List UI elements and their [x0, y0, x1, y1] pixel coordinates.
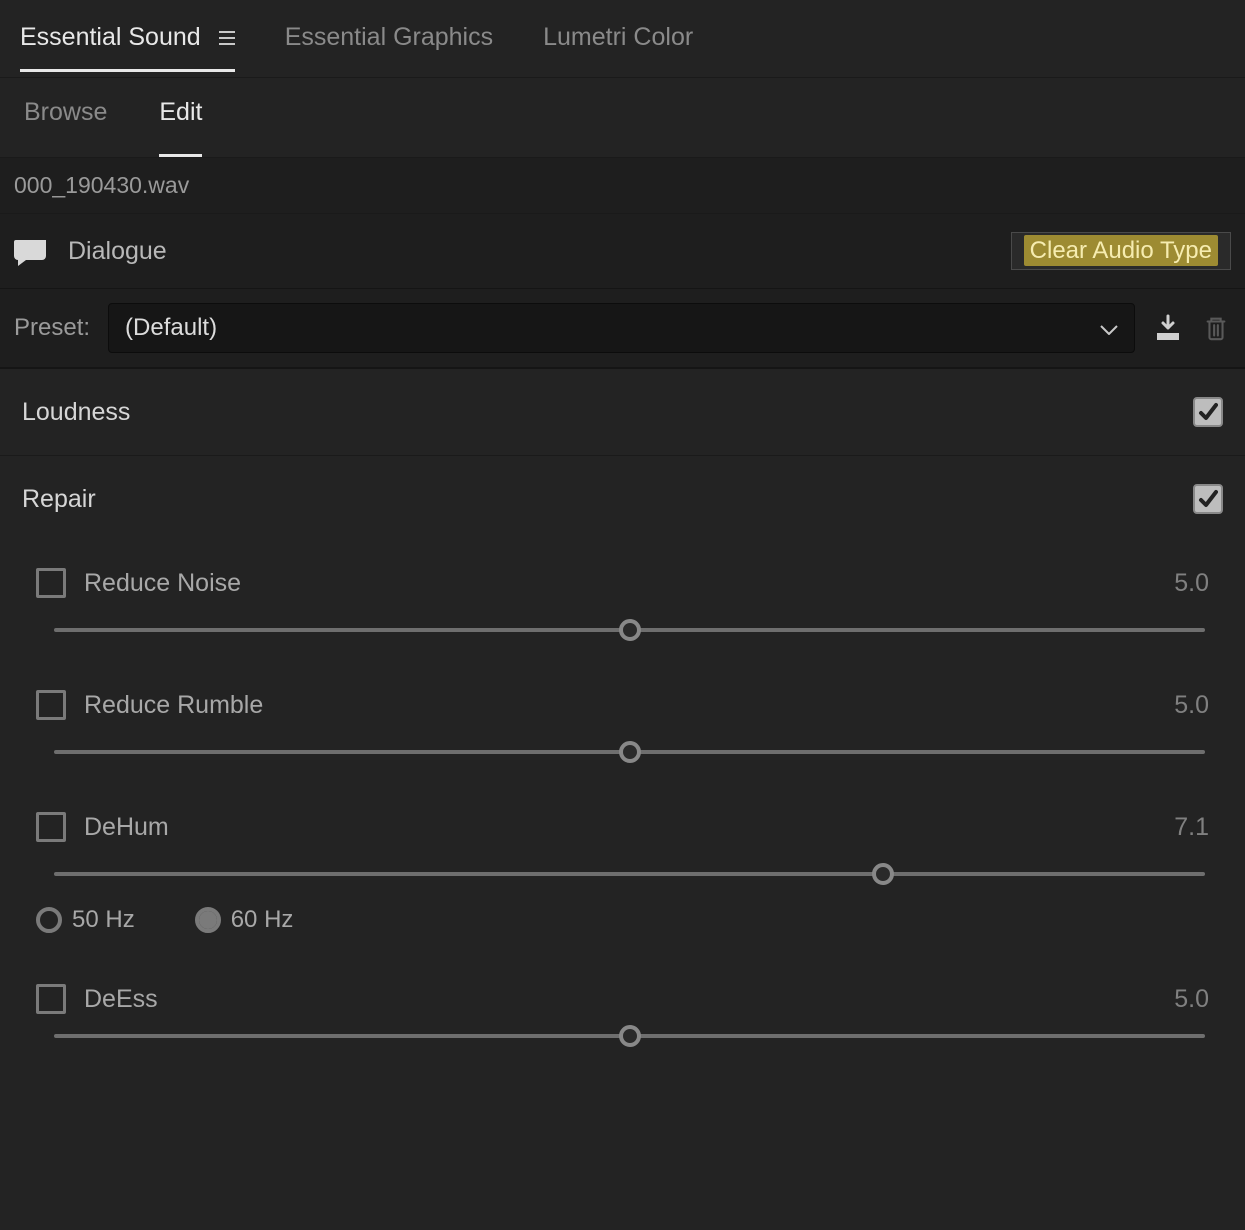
preset-label: Preset:: [14, 314, 90, 342]
dehum-slider[interactable]: [54, 872, 1205, 876]
section-repair-title: Repair: [22, 485, 96, 514]
section-loudness-title: Loudness: [22, 398, 130, 427]
deess-slider[interactable]: [54, 1034, 1205, 1038]
dehum-50hz-label: 50 Hz: [72, 906, 135, 934]
clear-audio-type-button[interactable]: Clear Audio Type: [1011, 232, 1231, 270]
dehum-label: DeHum: [84, 813, 169, 842]
deess-value[interactable]: 5.0: [1174, 985, 1209, 1014]
param-reduce-noise-head: Reduce Noise 5.0: [36, 568, 1209, 598]
panel-menu-icon[interactable]: [219, 31, 235, 45]
tab-essential-graphics-label: Essential Graphics: [285, 23, 493, 52]
radio-60hz-icon: [195, 907, 221, 933]
audio-type-label: Dialogue: [68, 237, 167, 266]
tab-essential-sound-label: Essential Sound: [20, 23, 201, 52]
param-reduce-rumble-head: Reduce Rumble 5.0: [36, 690, 1209, 720]
dehum-50hz-radio[interactable]: 50 Hz: [36, 906, 135, 934]
param-reduce-noise: Reduce Noise 5.0: [22, 550, 1223, 672]
preset-row: Preset: (Default): [0, 289, 1245, 369]
audio-type-row: Dialogue Clear Audio Type: [0, 214, 1245, 289]
sub-tab-bar: Browse Edit: [0, 78, 1245, 158]
section-loudness[interactable]: Loudness: [0, 369, 1245, 456]
audio-type-left: Dialogue: [14, 237, 167, 266]
save-preset-icon[interactable]: [1153, 313, 1183, 343]
preset-value: (Default): [125, 314, 217, 342]
param-dehum-head: DeHum 7.1: [36, 812, 1209, 842]
essential-sound-panel: Essential Sound Essential Graphics Lumet…: [0, 0, 1245, 1230]
reduce-noise-checkbox[interactable]: [36, 568, 66, 598]
param-reduce-rumble: Reduce Rumble 5.0: [22, 672, 1223, 794]
radio-50hz-icon: [36, 907, 62, 933]
loudness-enable-checkbox[interactable]: [1193, 397, 1223, 427]
reduce-rumble-value[interactable]: 5.0: [1174, 691, 1209, 720]
dehum-frequency-row: 50 Hz 60 Hz: [22, 900, 1223, 966]
tab-lumetri-color[interactable]: Lumetri Color: [543, 23, 693, 72]
repair-body: Reduce Noise 5.0 Reduce Rumble 5.0: [0, 542, 1245, 1048]
subtab-browse-label: Browse: [24, 98, 107, 126]
param-deess-head: DeEss 5.0: [36, 984, 1209, 1014]
delete-preset-icon: [1201, 313, 1231, 343]
subtab-edit-label: Edit: [159, 98, 202, 126]
tab-lumetri-color-label: Lumetri Color: [543, 23, 693, 52]
subtab-edit[interactable]: Edit: [159, 98, 202, 157]
clip-filename: 000_190430.wav: [0, 158, 1245, 214]
clear-audio-type-label: Clear Audio Type: [1024, 235, 1218, 266]
param-deess: DeEss 5.0: [22, 966, 1223, 1048]
section-repair[interactable]: Repair: [0, 456, 1245, 542]
dialogue-icon: [14, 238, 48, 264]
panel-tab-bar: Essential Sound Essential Graphics Lumet…: [0, 0, 1245, 78]
dehum-checkbox[interactable]: [36, 812, 66, 842]
dehum-value[interactable]: 7.1: [1174, 813, 1209, 842]
param-dehum: DeHum 7.1: [22, 794, 1223, 900]
subtab-browse[interactable]: Browse: [24, 98, 107, 157]
chevron-down-icon: [1100, 314, 1118, 342]
dehum-60hz-radio[interactable]: 60 Hz: [195, 906, 294, 934]
repair-enable-checkbox[interactable]: [1193, 484, 1223, 514]
reduce-noise-value[interactable]: 5.0: [1174, 569, 1209, 598]
reduce-rumble-label: Reduce Rumble: [84, 691, 263, 720]
deess-label: DeEss: [84, 985, 158, 1014]
dehum-60hz-label: 60 Hz: [231, 906, 294, 934]
tab-essential-sound[interactable]: Essential Sound: [20, 23, 235, 72]
deess-checkbox[interactable]: [36, 984, 66, 1014]
preset-dropdown[interactable]: (Default): [108, 303, 1135, 353]
tab-essential-graphics[interactable]: Essential Graphics: [285, 23, 493, 72]
reduce-noise-label: Reduce Noise: [84, 569, 241, 598]
reduce-noise-slider[interactable]: [54, 628, 1205, 632]
dehum-slider-thumb[interactable]: [872, 863, 894, 885]
deess-slider-thumb[interactable]: [619, 1025, 641, 1047]
reduce-rumble-checkbox[interactable]: [36, 690, 66, 720]
reduce-rumble-slider-thumb[interactable]: [619, 741, 641, 763]
reduce-noise-slider-thumb[interactable]: [619, 619, 641, 641]
reduce-rumble-slider[interactable]: [54, 750, 1205, 754]
